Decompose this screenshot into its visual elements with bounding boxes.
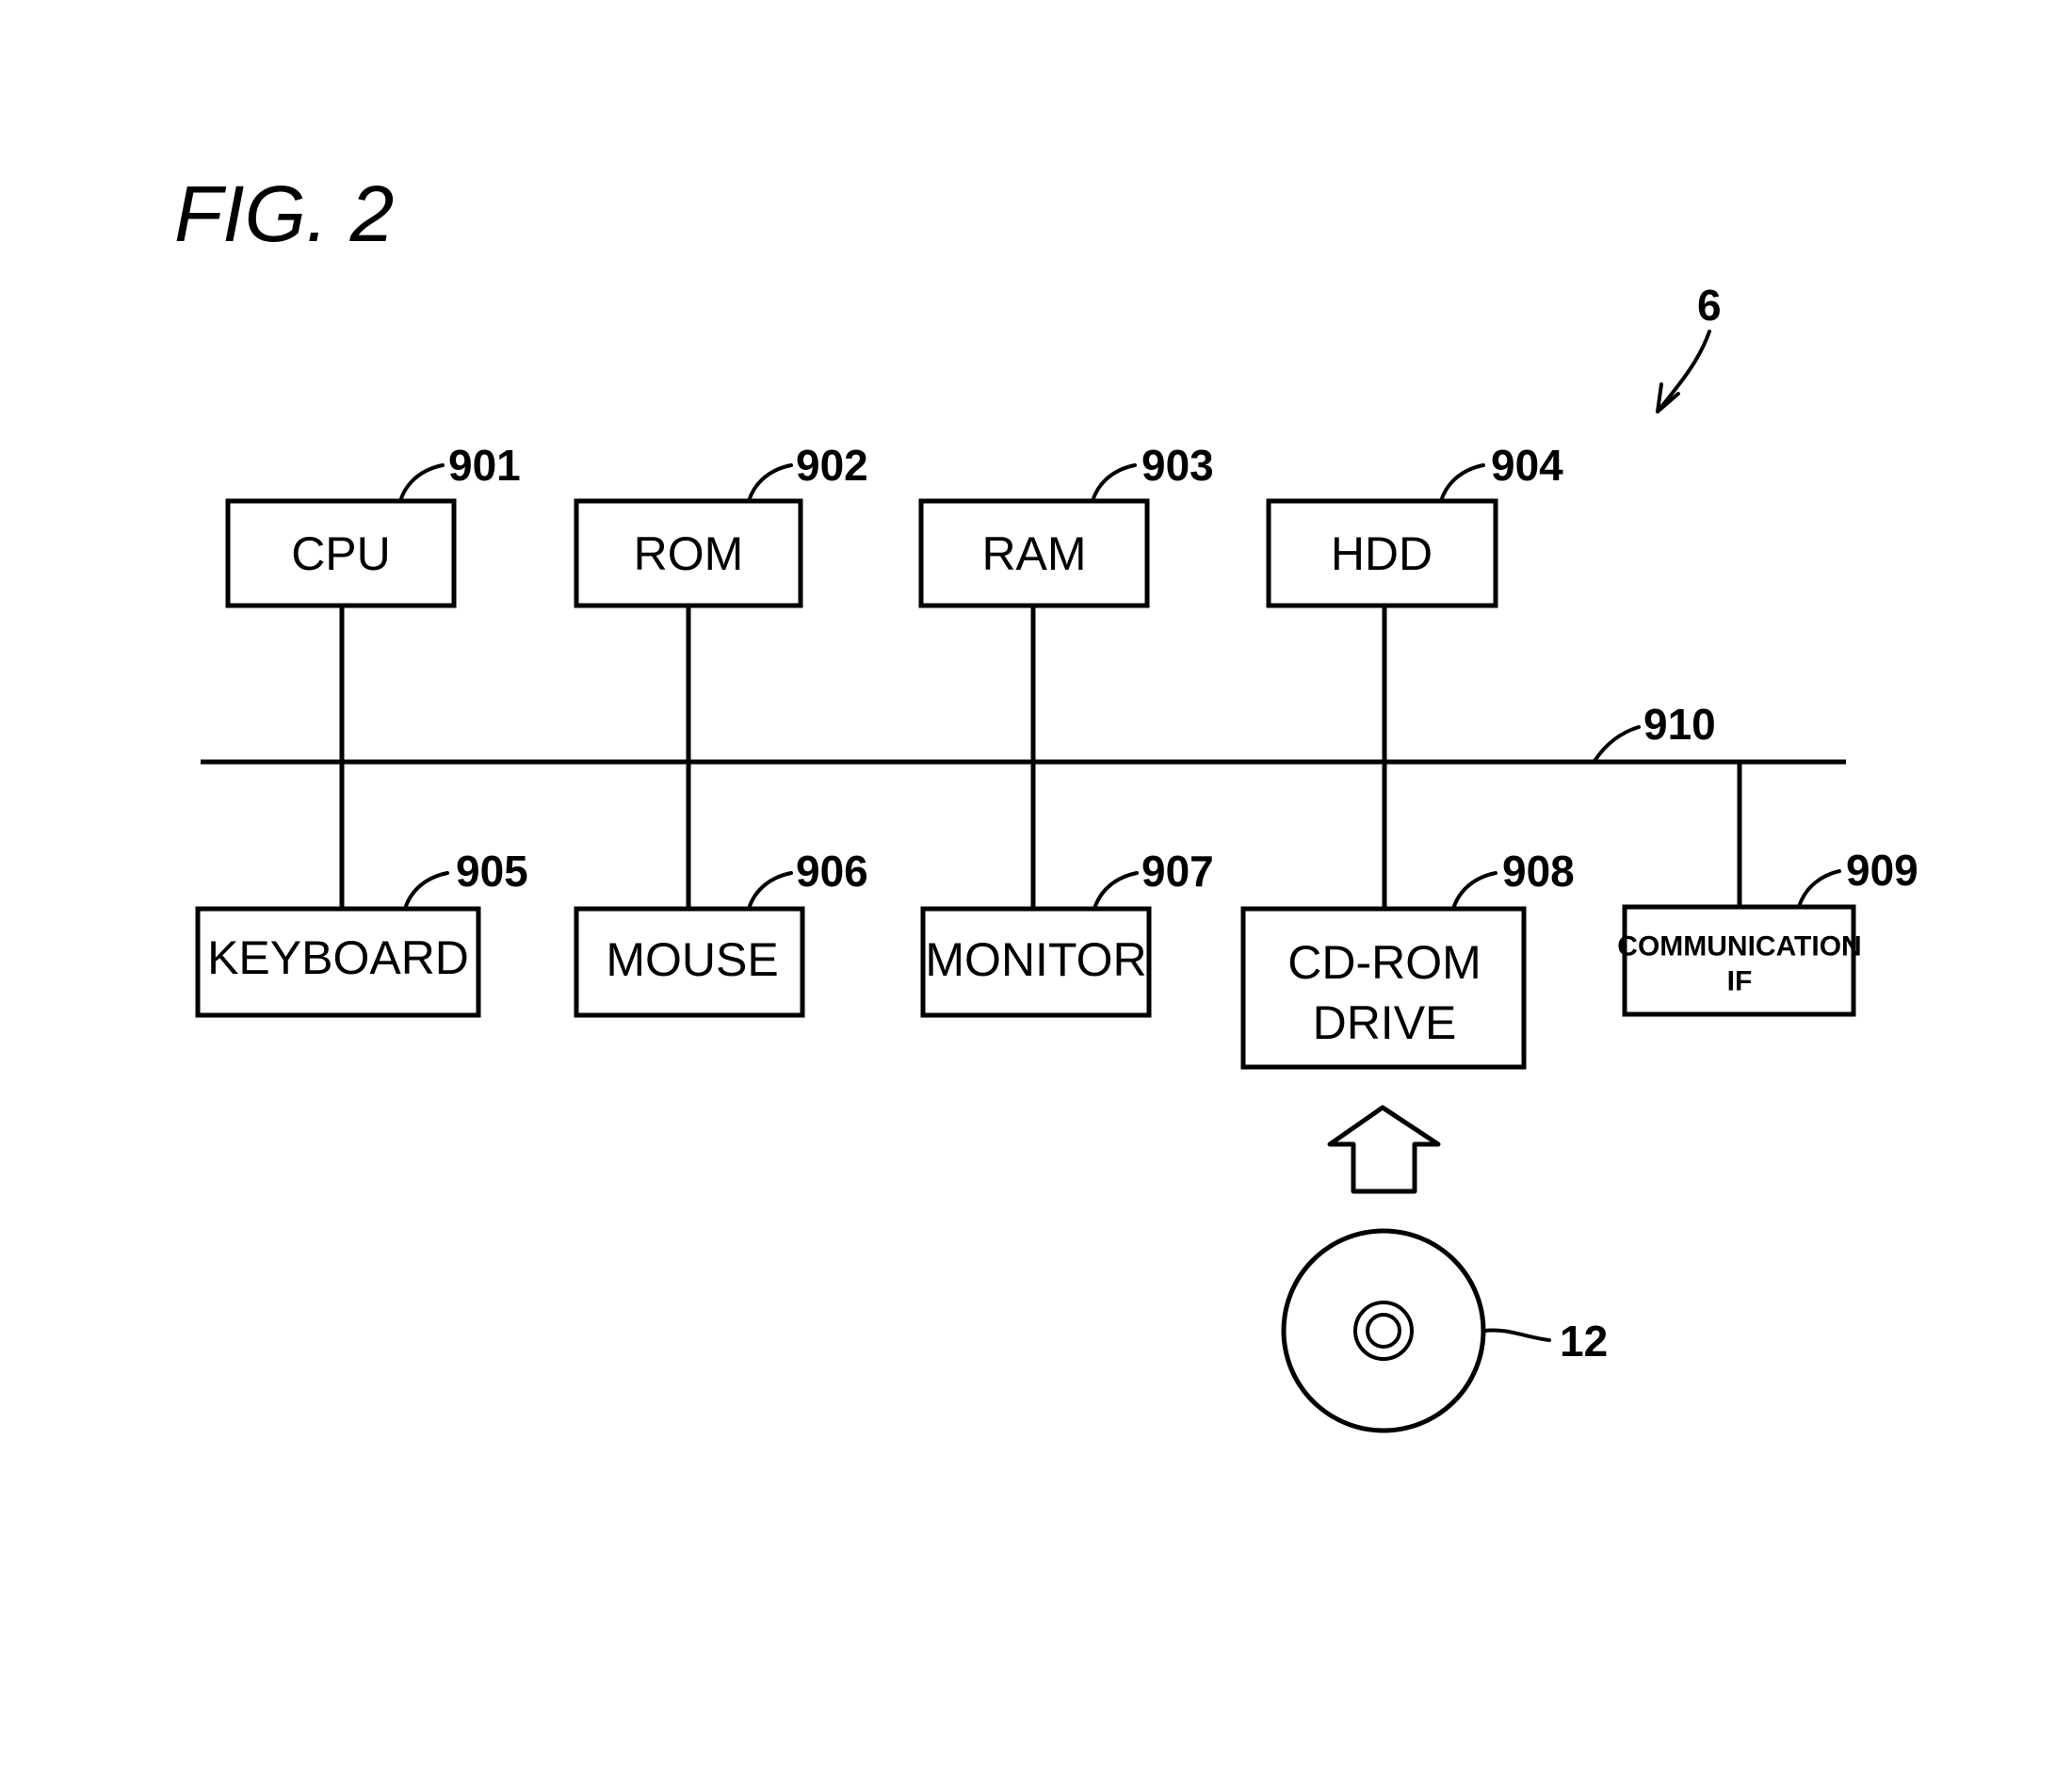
hdd-leader bbox=[1439, 463, 1485, 503]
monitor-ref-label: 907 bbox=[1141, 847, 1214, 896]
system-reference: 6 bbox=[1656, 281, 1722, 413]
cdrom-label-line-2: DRIVE bbox=[1313, 996, 1457, 1049]
system-ref-label: 6 bbox=[1697, 281, 1722, 330]
rom-leader bbox=[747, 463, 793, 503]
rom-label: ROM bbox=[634, 527, 744, 580]
bus-leader bbox=[1593, 725, 1641, 763]
monitor-label: MONITOR bbox=[925, 933, 1146, 986]
comm-ref-label: 909 bbox=[1846, 846, 1918, 895]
system-ref-arrow-line bbox=[1656, 330, 1711, 413]
disc-leader bbox=[1482, 1328, 1551, 1342]
component-communication-if: COMMUNICATION IF 909 bbox=[1617, 846, 1918, 1017]
hdd-label: HDD bbox=[1331, 527, 1433, 580]
mouse-ref-label: 906 bbox=[796, 847, 868, 896]
mouse-label: MOUSE bbox=[606, 933, 778, 986]
ram-ref-label: 903 bbox=[1141, 441, 1214, 490]
cpu-ref-label: 901 bbox=[448, 441, 521, 490]
system-bus: 910 bbox=[201, 700, 1846, 765]
comm-leader bbox=[1797, 869, 1841, 909]
block-diagram: FIG. 2 6 910 CPU 901 ROM 902 RAM 903 HDD… bbox=[174, 170, 1918, 1433]
insert-arrow-icon bbox=[1327, 1105, 1441, 1194]
keyboard-label: KEYBOARD bbox=[207, 931, 469, 984]
component-rom: ROM 902 bbox=[574, 441, 868, 608]
disc-center-hole-icon bbox=[1366, 1313, 1401, 1349]
comm-label-line-2: IF bbox=[1727, 966, 1753, 997]
cdrom-leader bbox=[1451, 871, 1497, 911]
optical-disc: 12 bbox=[1281, 1228, 1608, 1433]
component-cdrom-drive: CD-ROM DRIVE 908 bbox=[1240, 847, 1575, 1070]
component-hdd: HDD 904 bbox=[1266, 441, 1563, 608]
keyboard-ref-label: 905 bbox=[456, 847, 528, 896]
hdd-ref-label: 904 bbox=[1491, 441, 1563, 490]
figure-title: FIG. 2 bbox=[174, 170, 394, 258]
ram-label: RAM bbox=[981, 527, 1086, 580]
mouse-leader bbox=[747, 871, 793, 911]
component-cpu: CPU 901 bbox=[225, 441, 521, 608]
disc-ref-label: 12 bbox=[1560, 1317, 1608, 1366]
comm-label-line-1: COMMUNICATION bbox=[1617, 931, 1861, 962]
monitor-leader bbox=[1093, 871, 1139, 911]
rom-ref-label: 902 bbox=[796, 441, 868, 490]
component-mouse: MOUSE 906 bbox=[574, 847, 868, 1018]
component-ram: RAM 903 bbox=[918, 441, 1214, 608]
cpu-leader bbox=[398, 463, 445, 503]
keyboard-leader bbox=[403, 871, 449, 911]
component-monitor: MONITOR 907 bbox=[920, 847, 1214, 1018]
bus-ref-label: 910 bbox=[1643, 700, 1716, 749]
component-keyboard: KEYBOARD 905 bbox=[195, 847, 528, 1018]
cdrom-ref-label: 908 bbox=[1502, 847, 1575, 896]
cpu-label: CPU bbox=[291, 527, 391, 580]
ram-leader bbox=[1091, 463, 1137, 503]
cdrom-label-line-1: CD-ROM bbox=[1287, 936, 1481, 989]
